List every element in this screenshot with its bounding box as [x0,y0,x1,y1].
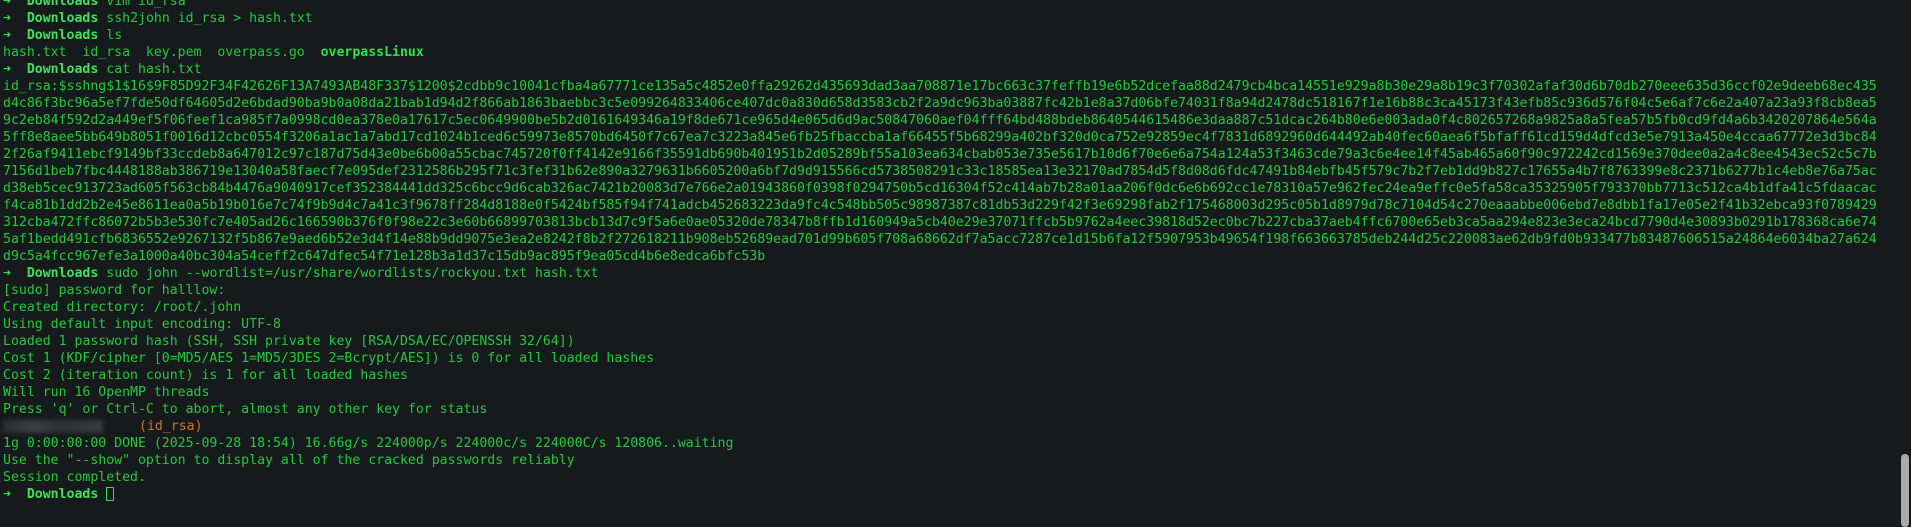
john-output-line: Cost 1 (KDF/cipher [0=MD5/AES 1=MD5/3DES… [3,351,655,366]
prompt-line-vim: ➜ Downloads vim id_rsa [3,0,1883,10]
prompt-arrow-icon: ➜ [3,62,11,77]
command-text: vim id_rsa [106,0,186,9]
prompt-line-john: ➜ Downloads sudo john --wordlist=/usr/sh… [3,265,1883,282]
prompt-cwd: Downloads [26,266,99,281]
prompt-arrow-icon: ➜ [3,0,11,9]
command-text: ls [106,28,123,43]
john-status-line: Use the "--show" option to display all o… [3,453,575,468]
ls-files: hash.txt id_rsa key.pem overpass.go [3,45,321,60]
hash-output: id_rsa:$sshng$1$16$9F85D92F34F42626F13A7… [3,79,1877,264]
john-status-line: 1g 0:00:00:00 DONE (2025-09-28 18:54) 16… [3,436,734,451]
john-output-line: Using default input encoding: UTF-8 [3,317,281,332]
ls-output: hash.txt id_rsa key.pem overpass.go over… [3,44,1883,61]
john-output-line: Press 'q' or Ctrl-C to abort, almost any… [3,402,488,417]
john-output-line: Created directory: /root/.john [3,300,242,315]
prompt-cwd: Downloads [26,28,99,43]
cracked-key-name: (id_rsa) [139,419,203,434]
command-text: ssh2john id_rsa > hash.txt [106,11,313,26]
redacted-password [3,419,103,433]
prompt-line-cat: ➜ Downloads cat hash.txt [3,61,1883,78]
john-output-line: Loaded 1 password hash (SSH, SSH private… [3,334,575,349]
prompt-arrow-icon: ➜ [3,11,11,26]
john-output-line: Will run 16 OpenMP threads [3,385,210,400]
command-text: cat hash.txt [106,62,202,77]
prompt-line-ssh2john: ➜ Downloads ssh2john id_rsa > hash.txt [3,10,1883,27]
ls-executable: overpassLinux [320,45,424,60]
prompt-cwd: Downloads [26,62,99,77]
john-output-line: Cost 2 (iteration count) is 1 for all lo… [3,368,408,383]
john-status-line: Session completed. [3,470,146,485]
prompt-line-ls: ➜ Downloads ls [3,27,1883,44]
scrollbar[interactable] [1897,0,1911,527]
scrollbar-thumb[interactable] [1901,454,1909,527]
prompt-arrow-icon: ➜ [3,28,11,43]
terminal-output[interactable]: ➜ Downloads vim id_rsa ➜ Downloads ssh2j… [3,0,1883,503]
prompt-line-current[interactable]: ➜ Downloads [3,486,1883,503]
prompt-cwd: Downloads [26,11,99,26]
cracked-password-line: (id_rsa) [3,418,1883,435]
prompt-arrow-icon: ➜ [3,487,11,502]
command-text: sudo john --wordlist=/usr/share/wordlist… [106,266,599,281]
prompt-arrow-icon: ➜ [3,266,11,281]
prompt-cwd: Downloads [26,487,99,502]
prompt-cwd: Downloads [26,0,99,9]
john-output-line: [sudo] password for halllow: [3,283,234,298]
block-cursor-icon [106,487,115,501]
